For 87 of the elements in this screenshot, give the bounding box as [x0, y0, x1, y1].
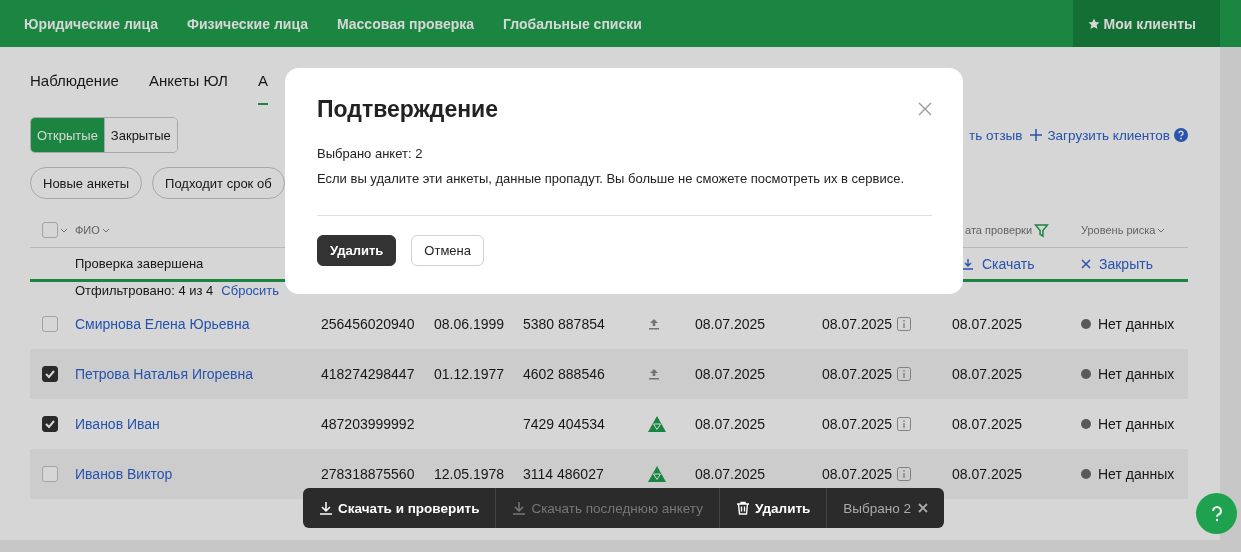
close-icon	[1081, 258, 1091, 269]
info-icon[interactable]	[897, 317, 912, 331]
nav-link[interactable]: Юридические лица	[24, 0, 158, 47]
table-cell: 487203999992	[321, 416, 415, 432]
warning-triangle-icon	[648, 466, 666, 482]
download-icon	[319, 501, 333, 515]
close-icon[interactable]	[918, 503, 928, 513]
segment-button[interactable]: Закрытые	[103, 118, 177, 152]
cancel-button[interactable]: Отмена	[411, 235, 484, 266]
download-icon	[962, 257, 974, 270]
column-header[interactable]: ФИО	[75, 224, 321, 236]
table-cell: 3114 486027	[523, 466, 604, 482]
risk-level: Нет данных	[1098, 416, 1175, 432]
client-name-link[interactable]: Смирнова Елена Юрьевна	[75, 316, 250, 332]
table-cell: 08.06.1999	[434, 316, 505, 332]
column-header[interactable]: ата проверки	[952, 222, 1081, 238]
table-cell: 08.07.2025	[822, 416, 893, 432]
column-header[interactable]: Уровень риска	[1081, 224, 1188, 236]
table-cell: 08.07.2025	[695, 366, 766, 382]
filter-icon[interactable]	[1034, 222, 1050, 238]
info-icon[interactable]	[897, 417, 912, 431]
chevron-down-icon[interactable]	[101, 227, 110, 233]
help-icon[interactable]	[1174, 128, 1188, 142]
warning-triangle-icon	[648, 416, 666, 432]
plus-icon	[1030, 129, 1043, 141]
table-cell: 12.05.1978	[434, 466, 505, 482]
tab[interactable]: Анкеты ЮЛ	[148, 47, 228, 105]
table-cell: 08.07.2025	[695, 316, 766, 332]
table-cell: 08.07.2025	[695, 466, 766, 482]
close-link[interactable]: Закрыть	[1081, 255, 1188, 272]
question-mark-icon	[1210, 505, 1223, 522]
nav-link[interactable]: Физические лица	[186, 0, 308, 47]
table-cell: 256456020940	[321, 316, 415, 332]
table-cell: 418274298447	[321, 366, 415, 382]
table-cell: 08.07.2025	[952, 466, 1023, 482]
star-icon	[1087, 17, 1100, 30]
delete-button[interactable]: Удалить	[719, 488, 828, 528]
chevron-down-icon[interactable]	[1157, 227, 1166, 233]
download-link[interactable]: Скачать	[952, 255, 1081, 272]
table-cell: 08.07.2025	[822, 366, 893, 382]
reset-link[interactable]: Сбросить	[221, 283, 280, 298]
my-clients-tab[interactable]: Мои клиенты	[1072, 0, 1220, 47]
trash-icon	[735, 501, 750, 515]
upload-icon	[648, 368, 660, 380]
nav-link[interactable]: Массовая проверка	[336, 0, 475, 47]
upload-icon	[648, 318, 660, 330]
download-button[interactable]: Скачать и проверить	[303, 488, 497, 528]
table-cell: 08.07.2025	[952, 366, 1023, 382]
filter-summary: Отфильтровано: 4 из 4	[75, 283, 214, 298]
table-cell: 08.07.2025	[952, 416, 1023, 432]
tab[interactable]: Наблюдение	[30, 47, 119, 105]
dialog-text: Выбрано анкет: 2	[317, 145, 424, 163]
close-icon[interactable]	[918, 102, 932, 116]
upload-clients-link[interactable]: Загрузить клиентов	[1030, 127, 1170, 143]
table-cell: 08.07.2025	[822, 316, 893, 332]
filter-chip[interactable]: Подходит срок об	[152, 167, 285, 199]
dialog-title: Подтверждение	[317, 95, 499, 123]
info-icon[interactable]	[897, 367, 912, 381]
table-cell: 08.07.2025	[952, 316, 1023, 332]
selection-count: Выбрано 2	[843, 500, 911, 516]
delete-button[interactable]: Удалить	[317, 235, 397, 266]
group-title: Проверка завершена	[75, 256, 205, 271]
row-checkbox[interactable]	[42, 366, 58, 382]
feedback-link[interactable]: ть отзыв	[969, 127, 1023, 143]
segment-button[interactable]: Открытые	[31, 118, 104, 152]
risk-level: Нет данных	[1098, 366, 1175, 382]
dialog-text: Если вы удалите эти анкеты, данные пропадут. Вы больше не сможете посмотреть их в сервисе.	[317, 170, 906, 188]
download-icon	[512, 501, 527, 515]
risk-level: Нет данных	[1098, 316, 1175, 332]
risk-level: Нет данных	[1098, 466, 1175, 482]
table-cell: 5380 887854	[523, 316, 605, 332]
chevron-down-icon[interactable]	[60, 227, 68, 233]
table-cell: 08.07.2025	[695, 416, 766, 432]
client-name-link[interactable]: Иванов Виктор	[75, 466, 173, 482]
tab[interactable]: А	[257, 47, 268, 105]
client-name-link[interactable]: Иванов Иван	[75, 416, 160, 432]
filter-chip[interactable]: Новые анкеты	[30, 167, 143, 199]
table-cell: 01.12.1977	[434, 366, 505, 382]
table-cell: 08.07.2025	[822, 466, 893, 482]
row-checkbox[interactable]	[42, 416, 58, 432]
table-cell: 7429 404534	[523, 416, 605, 432]
table-cell: 4602 888546	[523, 366, 605, 382]
client-name-link[interactable]: Петрова Наталья Игоревна	[75, 366, 254, 382]
info-icon[interactable]	[897, 467, 912, 481]
select-all-checkbox[interactable]	[42, 222, 58, 238]
table-cell: 278318875560	[321, 466, 415, 482]
nav-link[interactable]: Глобальные списки	[503, 0, 642, 47]
